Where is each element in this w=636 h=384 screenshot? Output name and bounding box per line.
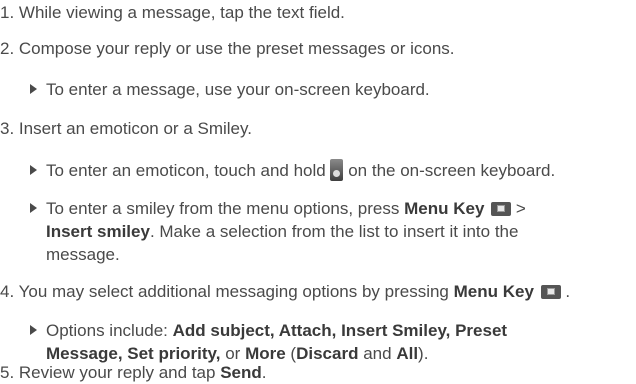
step-3-bullet-2: To enter a smiley from the menu options,…	[30, 198, 526, 220]
options-list-part-2: Message, Set priority,	[46, 344, 221, 363]
options-include-label: Options include:	[46, 321, 168, 340]
bullet-triangle-icon	[30, 165, 37, 175]
bullet-triangle-icon	[30, 325, 37, 335]
or-word: or	[225, 344, 241, 363]
step-3-bullet-2-line-2: Insert smiley. Make a selection from the…	[46, 221, 518, 243]
step-3-text: 3. Insert an emoticon or a Smiley.	[0, 119, 252, 138]
step-4-bullet-1: Options include: Add subject, Attach, In…	[30, 320, 507, 342]
more-option: More	[245, 344, 286, 363]
menu-key-label: Menu Key	[453, 282, 534, 301]
insert-smiley-label: Insert smiley	[46, 222, 150, 241]
step-2-bullet-1: To enter a message, use your on-screen k…	[30, 79, 430, 101]
step-5: 5. Review your reply and tap Send.	[0, 362, 266, 384]
paren-close: ).	[418, 344, 429, 363]
menu-key-label: Menu Key	[404, 199, 485, 218]
step-5-after: .	[261, 363, 267, 382]
step-3-bullet-1-before: To enter an emoticon, touch and hold	[46, 161, 326, 180]
send-label: Send	[220, 363, 262, 382]
menu-key-icon	[491, 202, 512, 216]
step-3-bullet-2-line3: message.	[46, 245, 120, 264]
step-4-before: 4. You may select additional messaging o…	[0, 282, 449, 301]
step-3-bullet-1: To enter an emoticon, touch and hold on …	[30, 159, 555, 182]
menu-key-icon	[540, 285, 561, 299]
step-3-bullet-1-after: on the on-screen keyboard.	[348, 161, 556, 180]
step-4: 4. You may select additional messaging o…	[0, 281, 570, 303]
step-3-bullet-2-before: To enter a smiley from the menu options,…	[46, 199, 400, 218]
emoticon-key-icon	[330, 159, 344, 181]
greater-than-sign: >	[515, 199, 526, 218]
options-list-part-1: Add subject, Attach, Insert Smiley, Pres…	[172, 321, 508, 340]
bullet-triangle-icon	[30, 84, 37, 94]
instructions-document: 1. While viewing a message, tap the text…	[0, 0, 636, 384]
step-4-after: .	[565, 282, 571, 301]
step-3-bullet-2-line-3: message.	[46, 244, 120, 266]
step-2: 2. Compose your reply or use the preset …	[0, 38, 455, 60]
step-2-text: 2. Compose your reply or use the preset …	[0, 39, 455, 58]
and-word: and	[363, 344, 392, 363]
step-1-text: 1. While viewing a message, tap the text…	[0, 3, 345, 22]
bullet-triangle-icon	[30, 203, 37, 213]
step-3-bullet-2-after: . Make a selection from the list to inse…	[149, 222, 519, 241]
step-3: 3. Insert an emoticon or a Smiley.	[0, 118, 252, 140]
discard-option: Discard	[296, 344, 359, 363]
all-option: All	[396, 344, 419, 363]
step-2-bullet-1-text: To enter a message, use your on-screen k…	[46, 80, 430, 99]
step-5-before: 5. Review your reply and tap	[0, 363, 216, 382]
step-1: 1. While viewing a message, tap the text…	[0, 2, 345, 24]
